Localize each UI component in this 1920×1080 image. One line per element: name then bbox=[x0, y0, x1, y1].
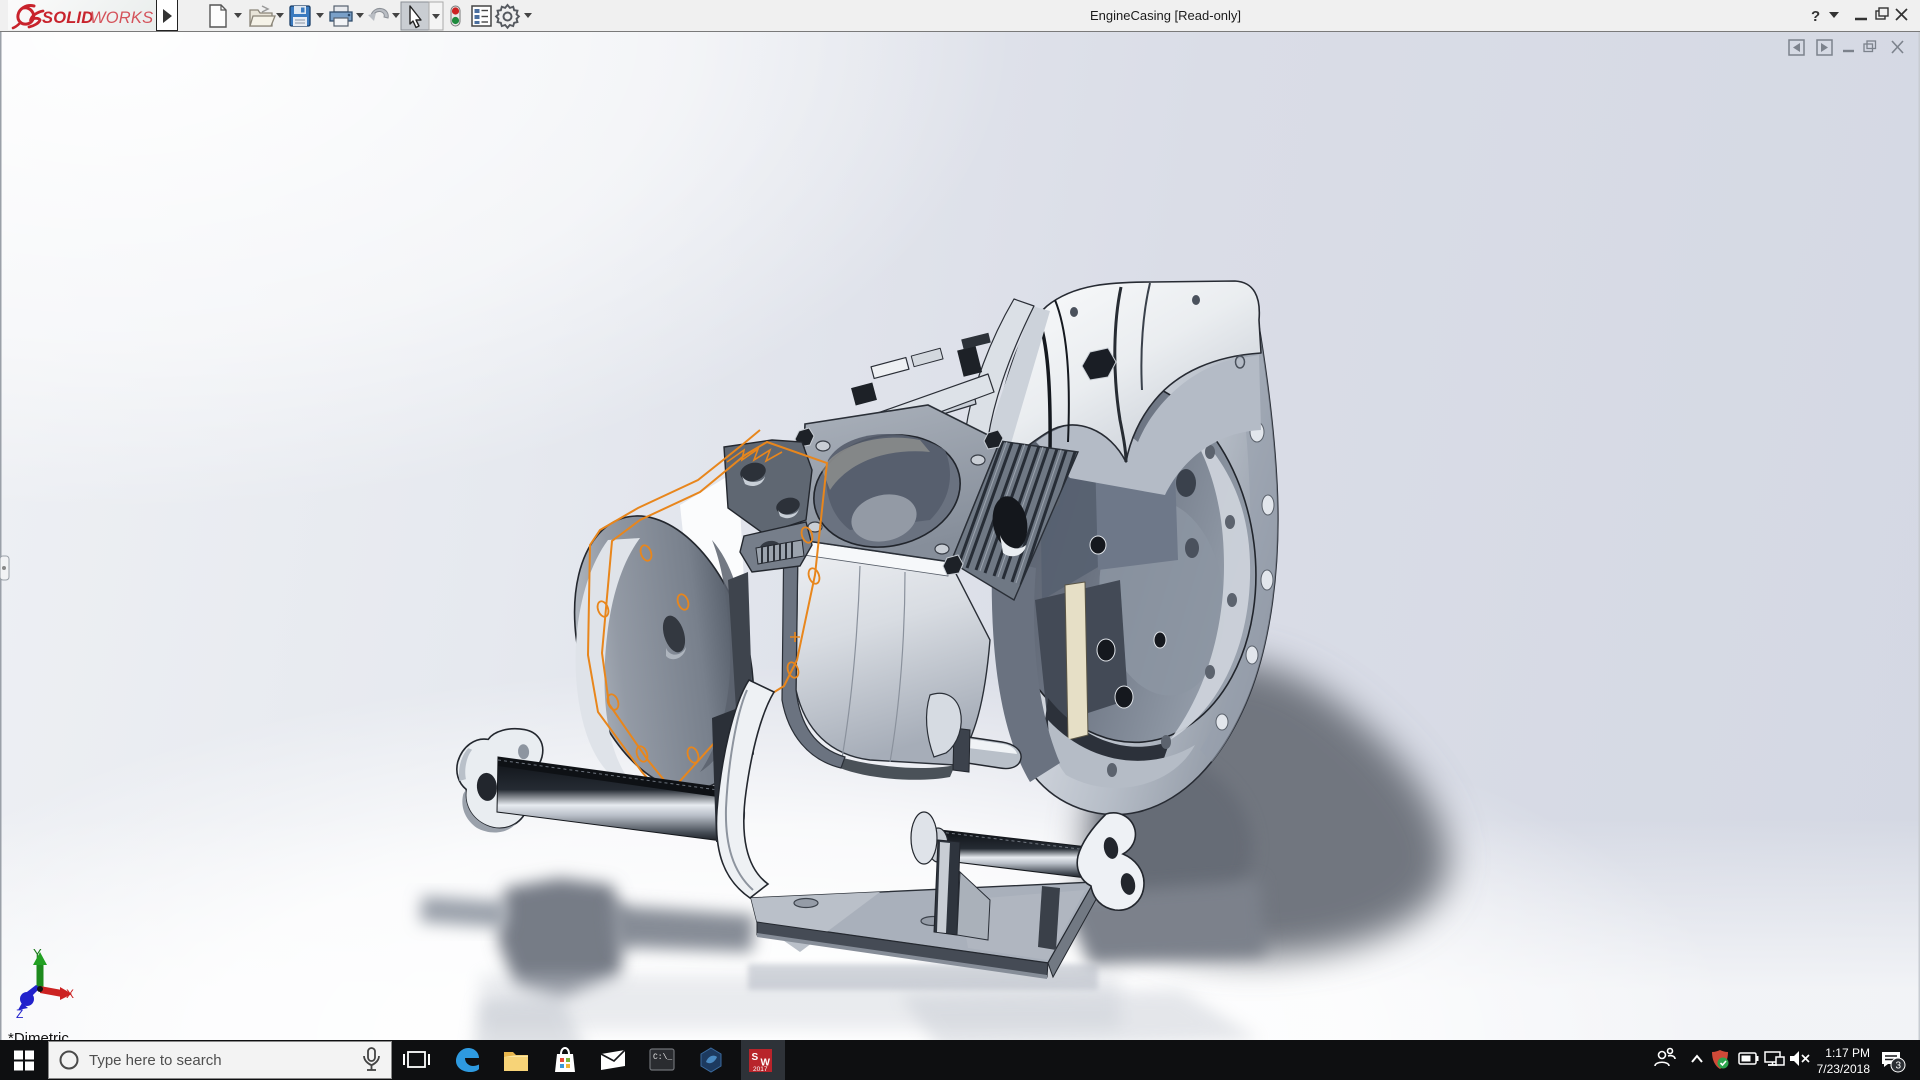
svg-text:C:\_: C:\_ bbox=[653, 1053, 672, 1062]
svg-text:SOLID: SOLID bbox=[42, 9, 93, 27]
svg-text:Type here to search: Type here to search bbox=[89, 1052, 222, 1069]
svg-text:Z: Z bbox=[16, 1007, 23, 1021]
svg-text:WORKS: WORKS bbox=[90, 9, 153, 27]
svg-text:3: 3 bbox=[1896, 1061, 1902, 1072]
svg-text:?: ? bbox=[1811, 8, 1820, 25]
svg-text:S: S bbox=[752, 1052, 759, 1063]
svg-text:X: X bbox=[66, 987, 74, 1001]
svg-text:2017: 2017 bbox=[753, 1066, 768, 1073]
